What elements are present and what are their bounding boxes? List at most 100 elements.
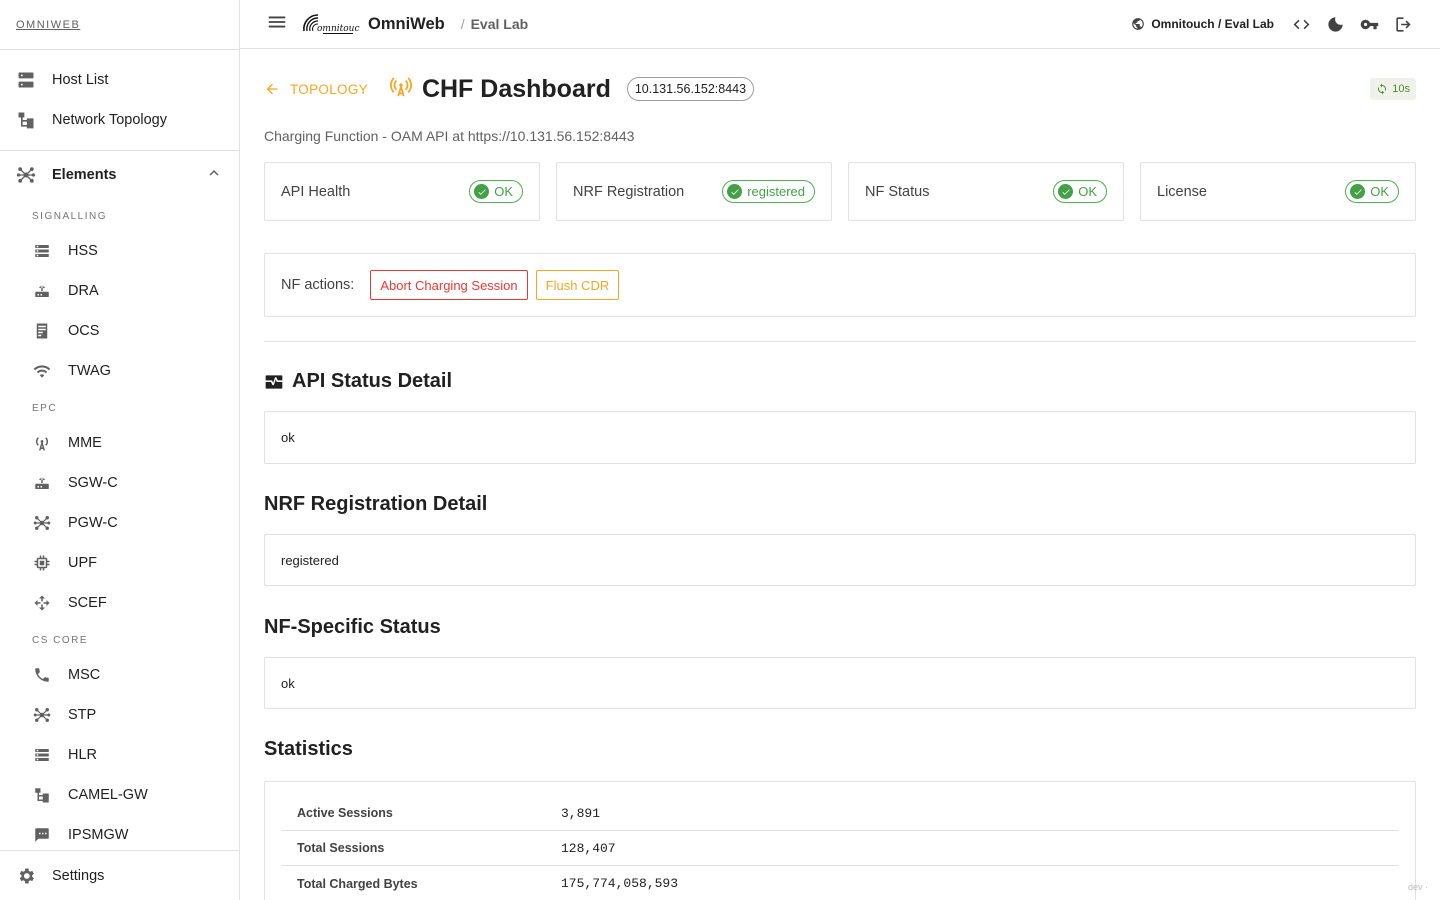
- sidebar-item-mme[interactable]: MME: [0, 423, 239, 463]
- sidebar-item-label: PGW-C: [68, 515, 118, 531]
- cell-tower-icon: [32, 433, 52, 453]
- status-badge: OK: [1053, 180, 1107, 203]
- router-icon: [32, 281, 52, 301]
- dev-tag: dev ·: [1407, 882, 1428, 892]
- status-badge: OK: [1345, 180, 1399, 203]
- stat-value: 175,774,058,593: [561, 876, 679, 891]
- section-title-nf-status: NF-Specific Status: [264, 616, 441, 638]
- abort-charging-session-button[interactable]: Abort Charging Session: [370, 270, 528, 300]
- brand-link[interactable]: OMNIWEB: [16, 19, 80, 31]
- sidebar-item-label: CAMEL-GW: [68, 787, 148, 803]
- group-label-cs-core: CS CORE: [32, 634, 89, 646]
- stat-key: Total Sessions: [297, 841, 385, 855]
- sidebar-item-label: Settings: [52, 867, 105, 884]
- move-icon: [32, 593, 52, 613]
- storage-icon: [32, 745, 52, 765]
- stat-value: 128,407: [561, 840, 616, 856]
- back-to-topology-link[interactable]: TOPOLOGY: [264, 81, 368, 97]
- nf-actions-label: NF actions:: [281, 277, 355, 293]
- breadcrumb[interactable]: Eval Lab: [471, 16, 529, 32]
- title-row: TOPOLOGY CHF Dashboard 10.131.56.152:844…: [264, 49, 1416, 129]
- app-name: OmniWeb: [368, 14, 445, 33]
- gear-icon: [16, 866, 36, 886]
- main-content: TOPOLOGY CHF Dashboard 10.131.56.152:844…: [240, 49, 1440, 900]
- stat-value: 3,891: [561, 805, 601, 821]
- nav-item-label: Host List: [52, 72, 109, 88]
- menu-icon[interactable]: [266, 11, 288, 38]
- back-label: TOPOLOGY: [290, 81, 368, 97]
- stat-key: Total Charged Bytes: [297, 876, 418, 891]
- hub-icon: [32, 513, 52, 533]
- cell-tower-icon: [389, 76, 412, 103]
- status-card-label: NF Status: [865, 183, 930, 200]
- nav-top: Host List Network Topology: [0, 50, 239, 151]
- sms-icon: [32, 825, 52, 845]
- sidebar-item-label: HLR: [68, 747, 98, 763]
- nav-group-elements[interactable]: Elements: [0, 151, 239, 199]
- receipt-icon: [32, 321, 52, 341]
- globe-icon: [1132, 18, 1145, 30]
- sidebar-item-twag[interactable]: TWAG: [0, 351, 239, 391]
- server-list-icon: [16, 70, 36, 90]
- logout-icon[interactable]: [1386, 7, 1420, 41]
- sidebar-item-upf[interactable]: UPF: [0, 543, 239, 583]
- key-icon[interactable]: [1352, 7, 1386, 41]
- sidebar-item-label: MME: [68, 435, 102, 451]
- nf-specific-status-detail: ok: [264, 657, 1416, 709]
- check-circle-icon: [727, 184, 743, 199]
- sidebar-item-pgw-c[interactable]: PGW-C: [0, 503, 239, 543]
- nf-actions-card: NF actions: Abort Charging Session Flush…: [264, 253, 1416, 317]
- group-label-epc: EPC: [32, 402, 58, 414]
- nav-item-label: Network Topology: [52, 112, 167, 128]
- sidebar-item-label: DRA: [68, 283, 99, 299]
- sidebar-item-label: SGW-C: [68, 475, 118, 491]
- chevron-up-icon[interactable]: [205, 164, 223, 186]
- sidebar-item-stp[interactable]: STP: [0, 695, 239, 735]
- sidebar: OMNIWEB Host List Network Topology Eleme…: [0, 0, 240, 900]
- dark-mode-icon[interactable]: [1318, 7, 1352, 41]
- table-row: Active Sessions 3,891: [281, 796, 1399, 831]
- statistics-table: Active Sessions 3,891 Total Sessions 128…: [264, 781, 1416, 900]
- status-badge: registered: [722, 180, 815, 203]
- auto-refresh-chip[interactable]: 10s: [1370, 78, 1416, 100]
- hub-icon: [16, 165, 36, 185]
- group-label-signalling: SIGNALLING: [32, 210, 108, 222]
- sidebar-item-hss[interactable]: HSS: [0, 231, 239, 271]
- status-badge-text: OK: [1078, 184, 1097, 199]
- svg-text:omnitouch: omnitouch: [317, 24, 360, 34]
- status-cards: API Health OK NRF Registration registere…: [264, 162, 1416, 221]
- sidebar-item-scef[interactable]: SCEF: [0, 583, 239, 623]
- sidebar-item-camel-gw[interactable]: CAMEL-GW: [0, 775, 239, 815]
- flush-cdr-button[interactable]: Flush CDR: [535, 270, 620, 300]
- sidebar-item-ipsmgw[interactable]: IPSMGW: [0, 815, 239, 855]
- sidebar-item-settings[interactable]: Settings: [0, 850, 239, 900]
- status-card-api-health: API Health OK: [264, 162, 540, 221]
- nav-item-network-topology[interactable]: Network Topology: [0, 100, 239, 140]
- table-row: Total Sessions 128,407: [281, 831, 1399, 866]
- check-circle-icon: [474, 184, 490, 199]
- status-badge-text: registered: [747, 184, 805, 199]
- sidebar-item-ocs[interactable]: OCS: [0, 311, 239, 351]
- status-card-label: NRF Registration: [573, 183, 685, 200]
- sidebar-item-msc[interactable]: MSC: [0, 655, 239, 695]
- code-icon[interactable]: [1284, 7, 1318, 41]
- table-row: Total Charged Bytes 175,774,058,593: [281, 866, 1399, 900]
- status-badge-text: OK: [1370, 184, 1389, 199]
- section-title-api-status: API Status Detail: [264, 370, 1416, 393]
- sidebar-item-dra[interactable]: DRA: [0, 271, 239, 311]
- omnitouch-logo: omnitouch: [302, 11, 360, 37]
- nav-item-host-list[interactable]: Host List: [0, 60, 239, 100]
- brand-header: OMNIWEB: [0, 0, 239, 50]
- sidebar-item-hlr[interactable]: HLR: [0, 735, 239, 775]
- sidebar-item-label: OCS: [68, 323, 100, 339]
- tenant-selector[interactable]: Omnitouch / Eval Lab: [1131, 17, 1274, 31]
- page-title: CHF Dashboard: [421, 74, 611, 103]
- hub-icon: [32, 705, 52, 725]
- monitor-heart-icon: [265, 374, 283, 389]
- sidebar-item-label: MSC: [68, 667, 101, 683]
- refresh-icon: [1378, 83, 1387, 95]
- stat-key: Active Sessions: [297, 806, 393, 820]
- sidebar-item-label: STP: [68, 707, 97, 723]
- arrow-left-icon: [266, 83, 278, 95]
- sidebar-item-sgw-c[interactable]: SGW-C: [0, 463, 239, 503]
